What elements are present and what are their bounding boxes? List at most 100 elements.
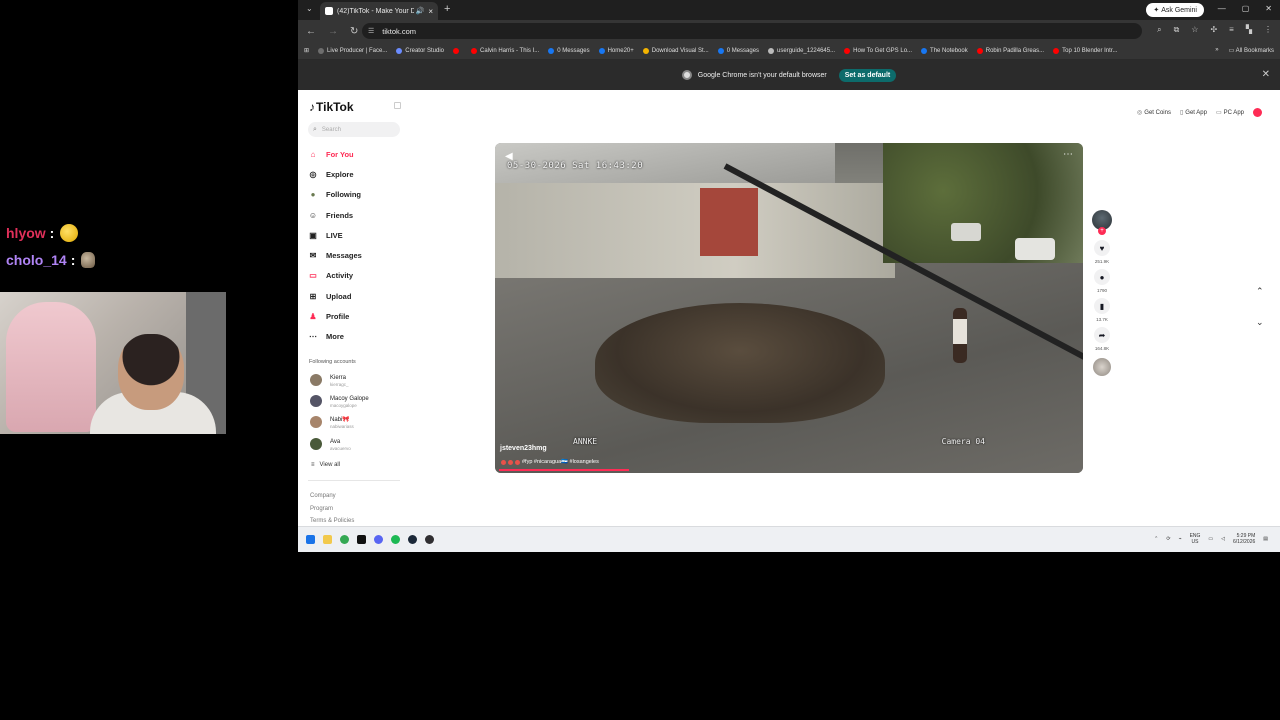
music-disc-icon[interactable] xyxy=(1093,358,1111,376)
profile-ext-icon[interactable]: ▚ xyxy=(1246,25,1252,35)
sidebar-item-activity[interactable]: ▭ Activity xyxy=(308,266,362,286)
sidebar-item-more[interactable]: ⋯ More xyxy=(308,327,362,347)
bookmark-favicon-icon xyxy=(396,47,403,54)
sidebar-item-upload[interactable]: ⊞ Upload xyxy=(308,286,362,306)
windows-start-icon[interactable] xyxy=(306,535,315,544)
sidebar-item-for-you[interactable]: ⌂ For You xyxy=(308,144,362,164)
sidebar-item-explore[interactable]: ◎ Explore xyxy=(308,164,362,184)
following-account[interactable]: Macoy Galope macoygalope xyxy=(310,395,369,409)
install-app-icon[interactable]: ⧉ xyxy=(1174,25,1180,35)
chat-message: cholo_14 : xyxy=(6,249,206,271)
bookmark[interactable]: The Notebook xyxy=(921,47,968,54)
speaker-icon[interactable]: 🔊 xyxy=(416,7,425,15)
chevron-up-icon[interactable]: ⌃ xyxy=(1256,286,1264,297)
obs-icon[interactable] xyxy=(425,535,434,544)
video-player[interactable]: ◀ ⋯ 05-30-2026 Sat 16:43:20 ANNKE Camera… xyxy=(495,143,1083,473)
x-icon[interactable] xyxy=(357,535,366,544)
close-icon[interactable]: ✕ xyxy=(1262,69,1270,80)
site-info-icon[interactable]: ☰ xyxy=(368,27,374,35)
bookmark[interactable]: 0 Messages xyxy=(717,47,759,54)
tiktok-logo[interactable]: ♪ TikTok xyxy=(309,100,354,114)
close-tab-icon[interactable]: × xyxy=(428,7,433,16)
sidebar-item-messages[interactable]: ✉ Messages xyxy=(308,245,362,265)
get-app-link[interactable]: ▯ Get App xyxy=(1180,109,1207,116)
steam-icon[interactable] xyxy=(408,535,417,544)
chevron-down-icon[interactable]: ⌄ xyxy=(1256,317,1264,328)
bookmark[interactable]: Download Visual St... xyxy=(642,47,709,54)
bookmark[interactable]: Creator Studio xyxy=(396,47,444,54)
tab-tiktok[interactable]: (42)TikTok - Make Your Day 🔊 × xyxy=(320,2,438,20)
share-button[interactable]: ➦ 164.8K xyxy=(1094,327,1110,351)
bookmark[interactable]: Calvin Harris - This I... xyxy=(470,47,539,54)
collapse-sidebar-icon[interactable] xyxy=(394,102,401,109)
footer-link-company[interactable]: Company xyxy=(310,490,354,503)
bookmark-label: The Notebook xyxy=(930,47,968,54)
facebook-icon xyxy=(548,47,555,54)
like-button[interactable]: ♥ 251.9K xyxy=(1094,240,1110,264)
sidebar-item-friends[interactable]: ☺ Friends xyxy=(308,205,362,225)
footer-link-program[interactable]: Program xyxy=(310,503,354,516)
spotify-icon[interactable] xyxy=(391,535,400,544)
minimize-icon[interactable]: — xyxy=(1218,4,1226,13)
chrome-icon[interactable] xyxy=(340,535,349,544)
video-hashtags[interactable]: #fyp #nicaragua🇳🇮 #losangeles xyxy=(522,459,599,465)
search-input[interactable]: ⌕ Search xyxy=(308,122,400,137)
back-icon[interactable]: ← xyxy=(306,26,316,37)
ask-gemini-button[interactable]: ✦ Ask Gemini xyxy=(1146,3,1204,17)
video-author[interactable]: jsteven23hmg xyxy=(500,445,547,452)
apps-icon[interactable]: ⊞ xyxy=(304,47,309,54)
file-explorer-icon[interactable] xyxy=(323,535,332,544)
address-bar[interactable]: ☰ tiktok.com xyxy=(362,23,1142,39)
user-avatar[interactable] xyxy=(1253,108,1262,117)
forward-icon[interactable]: → xyxy=(328,26,338,37)
get-coins-label: Get Coins xyxy=(1144,110,1171,116)
all-bookmarks-label: All Bookmarks xyxy=(1235,48,1274,54)
pc-app-link[interactable]: ▭ PC App xyxy=(1216,109,1244,116)
bookmark[interactable]: Robin Padilla Greas... xyxy=(976,47,1044,54)
sync-icon[interactable]: ⟳ xyxy=(1166,536,1170,542)
language-indicator[interactable]: ENG US xyxy=(1190,533,1201,545)
volume-icon[interactable]: ◁ xyxy=(1221,536,1225,542)
media-icon[interactable]: ≡ xyxy=(1229,25,1234,35)
bookmark[interactable]: Live Producer | Face... xyxy=(318,47,387,54)
chevron-up-icon[interactable]: ⌃ xyxy=(1154,536,1158,542)
close-window-icon[interactable]: ✕ xyxy=(1265,4,1272,13)
sidebar-item-following[interactable]: ● Following xyxy=(308,185,362,205)
maximize-icon[interactable]: ▢ xyxy=(1242,4,1250,13)
chat-username: cholo_14 xyxy=(6,252,67,268)
get-coins-link[interactable]: ◎ Get Coins xyxy=(1137,109,1171,116)
bookmark[interactable]: userguide_1224645... xyxy=(768,47,835,54)
extensions-icon[interactable]: ✣ xyxy=(1210,25,1217,35)
tab-search-icon[interactable]: ⌄ xyxy=(306,4,313,13)
set-as-default-button[interactable]: Set as default xyxy=(838,68,897,82)
author-avatar[interactable]: + xyxy=(1092,210,1112,235)
notifications-icon[interactable]: ▤ xyxy=(1263,536,1268,542)
sidebar-item-profile[interactable]: ♟ Profile xyxy=(308,306,362,326)
view-all-link[interactable]: ≡ View all xyxy=(311,462,340,468)
bookmark[interactable]: Home20+ xyxy=(598,47,634,54)
bookmark[interactable] xyxy=(452,47,462,54)
zoom-icon[interactable]: ⌕ xyxy=(1157,25,1161,35)
video-progress-bar[interactable] xyxy=(499,469,629,471)
bookmark[interactable]: 0 Messages xyxy=(548,47,590,54)
following-account[interactable]: Ava avacuervo xyxy=(310,438,351,452)
menu-icon[interactable]: ⋮ xyxy=(1264,25,1272,35)
discord-icon[interactable] xyxy=(374,535,383,544)
reload-icon[interactable]: ↻ xyxy=(350,26,358,37)
clock[interactable]: 5:29 PM 6/12/2026 xyxy=(1233,533,1255,545)
network-icon[interactable]: ▭ xyxy=(1208,536,1213,542)
more-options-icon[interactable]: ⋯ xyxy=(1063,149,1073,160)
following-account[interactable]: Kierra kierragc_ xyxy=(310,374,349,388)
bookmark[interactable]: Top 10 Blender Intr... xyxy=(1053,47,1117,54)
star-icon[interactable]: ☆ xyxy=(1191,25,1198,35)
more-bookmarks-icon[interactable]: » xyxy=(1215,47,1218,54)
bookmark[interactable]: How To Get GPS Lo... xyxy=(844,47,912,54)
usb-icon[interactable]: ⌁ xyxy=(1179,536,1182,542)
new-tab-button[interactable]: + xyxy=(444,3,450,15)
following-account[interactable]: Nabi🎀 nabiwariass xyxy=(310,416,354,430)
all-bookmarks[interactable]: ▭ All Bookmarks xyxy=(1229,47,1274,54)
comment-button[interactable]: ● 1790 xyxy=(1094,269,1110,293)
save-button[interactable]: ▮ 13.7K xyxy=(1094,298,1110,322)
follow-plus-icon[interactable]: + xyxy=(1098,227,1106,235)
sidebar-item-live[interactable]: ▣ LIVE xyxy=(308,225,362,245)
